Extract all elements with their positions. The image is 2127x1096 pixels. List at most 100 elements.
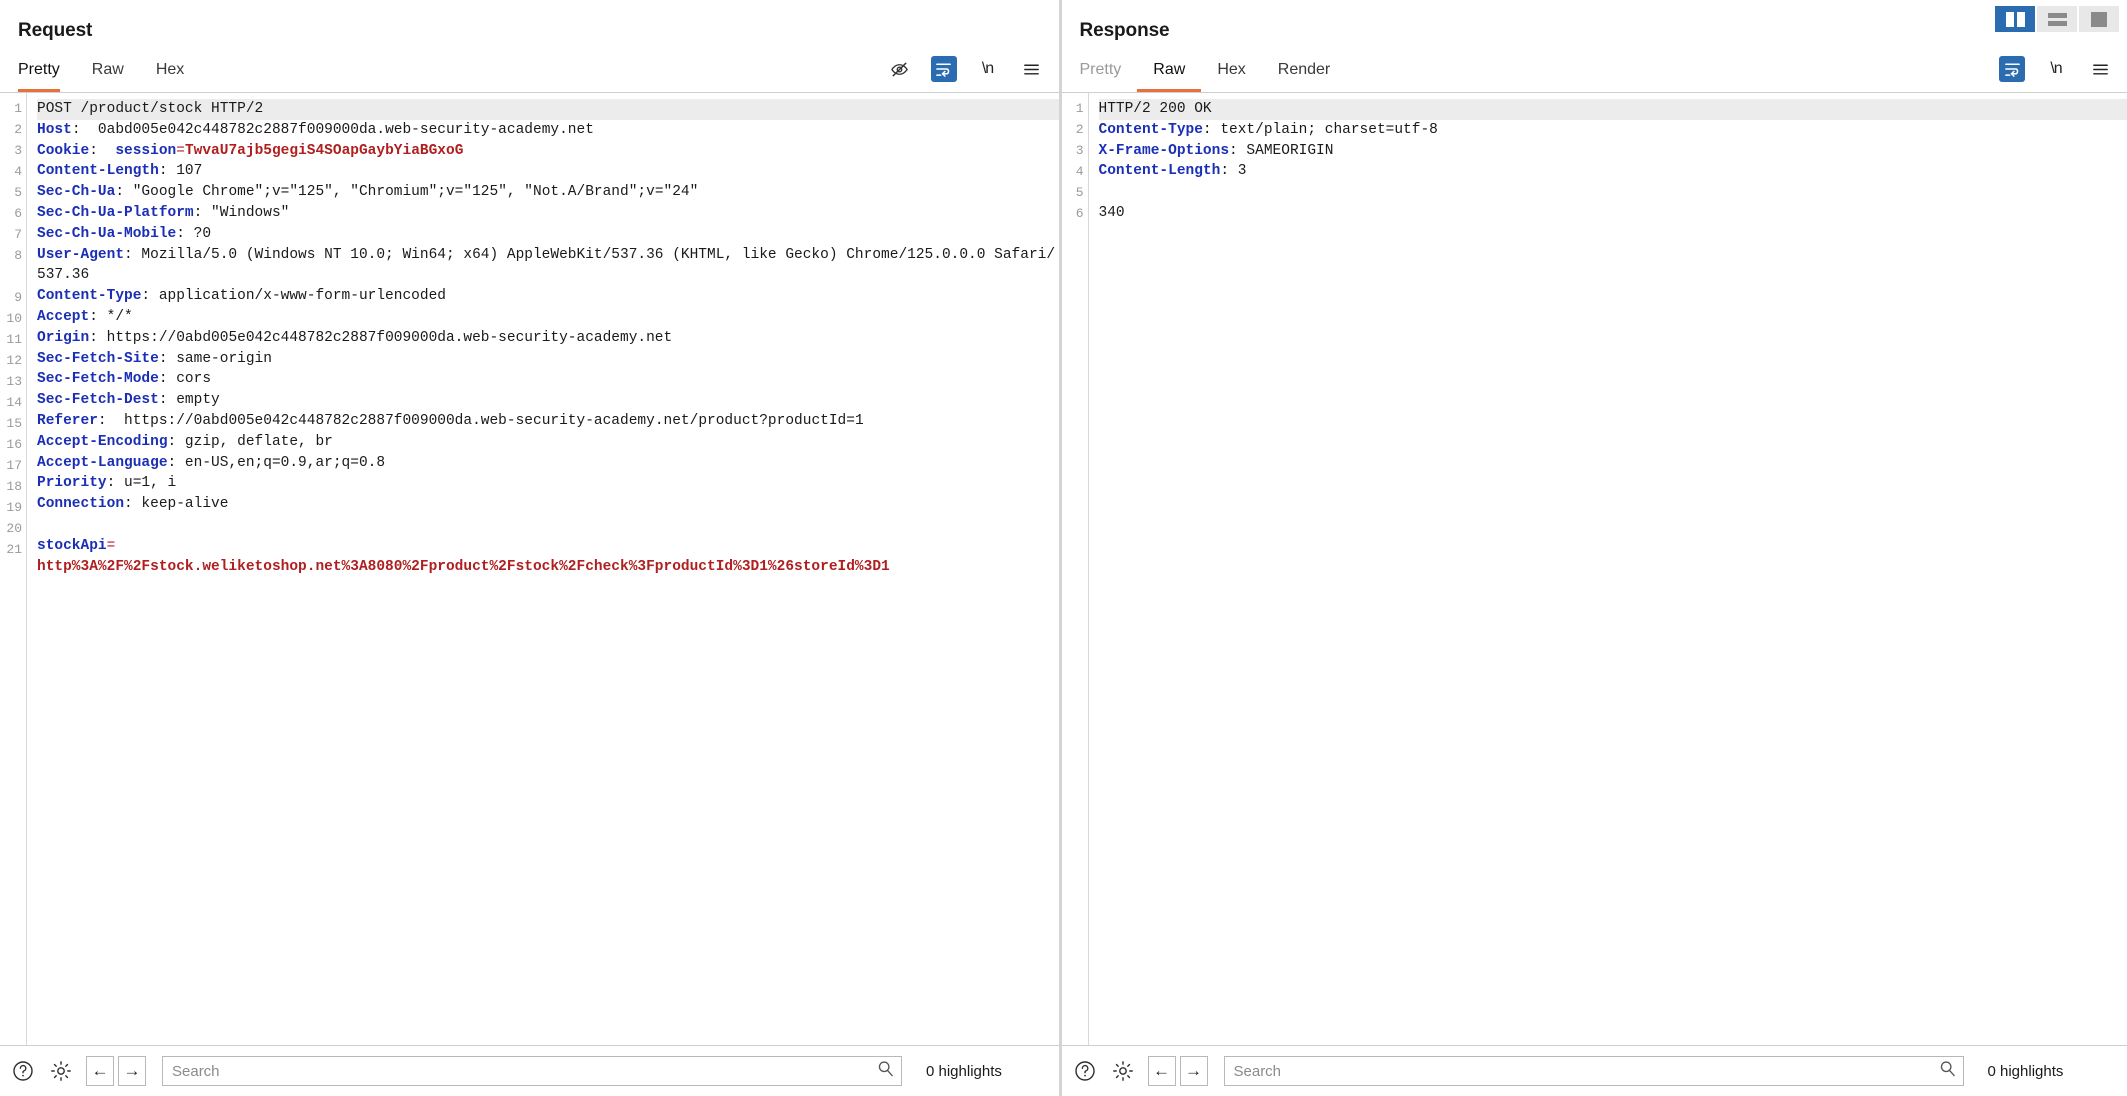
code-line: Sec-Ch-Ua-Platform: "Windows" [37, 203, 1059, 224]
response-panel: Response Pretty Raw Hex Render \n 1 2 3 … [1061, 0, 2127, 1096]
help-icon[interactable] [8, 1056, 38, 1086]
code-line: Sec-Fetch-Site: same-origin [37, 349, 1059, 370]
line-number: 8 [14, 248, 22, 263]
menu-icon[interactable] [2087, 56, 2113, 82]
code-token: : SAMEORIGIN [1229, 142, 1334, 159]
response-code-lines[interactable]: HTTP/2 200 OK Content-Type: text/plain; c… [1089, 93, 2127, 1045]
line-number: 12 [6, 353, 22, 368]
response-search-input[interactable] [1223, 1056, 1964, 1086]
response-tab-hex[interactable]: Hex [1201, 50, 1261, 92]
request-tab-pretty[interactable]: Pretty [18, 50, 76, 92]
line-number: 7 [14, 227, 22, 242]
code-token: X-Frame-Options [1098, 142, 1230, 159]
code-line: Content-Type: application/x-www-form-url… [37, 286, 1059, 307]
response-line-numbers: 1 2 3 4 5 6 [1061, 93, 1088, 1045]
split-view-icon [2005, 11, 2025, 27]
code-token: : gzip, deflate, br [167, 433, 333, 450]
layout-stacked-view-button[interactable] [2037, 6, 2077, 32]
code-line: Content-Type: text/plain; charset=utf-8 [1099, 120, 2127, 141]
code-line: Origin: https://0abd005e042c448782c2887f… [37, 328, 1059, 349]
line-number: 10 [6, 311, 22, 326]
code-token: session [115, 142, 177, 159]
request-tab-raw[interactable]: Raw [76, 50, 140, 92]
gear-icon[interactable] [46, 1056, 76, 1086]
code-line: Sec-Fetch-Mode: cors [37, 369, 1059, 390]
response-panel-title: Response [1079, 20, 1170, 41]
line-number: 3 [14, 143, 22, 158]
code-token: Sec-Fetch-Dest [37, 392, 159, 409]
code-token: : 107 [158, 163, 203, 180]
response-tabstrip: Pretty Raw Hex Render \n [1061, 50, 2127, 93]
response-tab-raw[interactable]: Raw [1137, 50, 1202, 92]
code-token: : https://0abd005e042c448782c2887f009000… [97, 412, 864, 429]
code-token: 340 [1098, 204, 1125, 221]
code-token: : 0abd005e042c448782c2887f009000da.web-s… [71, 121, 594, 138]
code-token: : text/plain; charset=utf-8 [1202, 121, 1438, 138]
line-number: 15 [6, 416, 22, 431]
code-line: Referer: https://0abd005e042c448782c2887… [37, 411, 1059, 432]
response-tab-pretty[interactable]: Pretty [1080, 50, 1138, 92]
code-token: = [176, 142, 185, 159]
code-token: : ?0 [176, 225, 212, 242]
code-token: HTTP/2 200 OK [1098, 101, 1212, 117]
word-wrap-icon[interactable] [1999, 56, 2025, 82]
request-code-area[interactable]: 1 2 3 4 5 6 7 8 9 10 11 12 13 14 15 16 17 18 19 20 21 POST /… [0, 93, 1059, 1045]
code-token: Content-Length [1098, 163, 1221, 180]
stacked-view-icon [2047, 12, 2067, 26]
code-line: Sec-Ch-Ua-Mobile: ?0 [37, 224, 1059, 245]
line-number: 2 [14, 122, 22, 137]
code-line: Priority: u=1, i [37, 473, 1059, 494]
word-wrap-icon[interactable] [930, 56, 957, 82]
menu-icon[interactable] [1019, 56, 1045, 82]
code-line: POST /product/stock HTTP/2 [37, 99, 1059, 120]
newline-icon[interactable]: \n [2043, 56, 2069, 82]
request-tab-hex[interactable]: Hex [140, 50, 200, 92]
code-token: Referer [37, 412, 98, 429]
code-line: Content-Length: 3 [1099, 161, 2127, 182]
code-line: HTTP/2 200 OK [1098, 99, 2127, 120]
response-nav-buttons: ← → [1147, 1056, 1208, 1086]
line-number: 16 [6, 437, 22, 452]
newline-icon[interactable]: \n [975, 56, 1001, 82]
code-token: : https://0abd005e042c448782c2887f009000… [89, 329, 673, 346]
code-token: Cookie [37, 142, 90, 159]
line-number: 17 [6, 458, 22, 473]
code-token: Sec-Ch-Ua-Mobile [37, 225, 177, 242]
line-number: 2 [1075, 122, 1084, 137]
forward-arrow-icon[interactable]: → [1179, 1056, 1208, 1086]
back-arrow-icon[interactable]: ← [86, 1056, 114, 1086]
response-code-area[interactable]: 1 2 3 4 5 6 HTTP/2 200 OK Content-Type: text/p… [1061, 93, 2127, 1045]
response-tab-render[interactable]: Render [1262, 50, 1346, 92]
line-number: 4 [14, 164, 22, 179]
back-arrow-icon[interactable]: ← [1147, 1056, 1176, 1086]
forward-arrow-icon[interactable]: → [118, 1056, 146, 1086]
code-token: : [89, 142, 116, 159]
burp-message-editor: Request Pretty Raw Hex \n 1 2 3 4 5 6 7 … [0, 0, 2127, 1096]
code-token: : */* [89, 308, 133, 325]
code-line: stockApi= http%3A%2F%2Fstock.weliketosho… [37, 536, 1059, 578]
code-token: Sec-Fetch-Site [37, 350, 159, 367]
response-bottom-bar: ← → 0 highlights [1061, 1045, 2127, 1096]
help-icon[interactable] [1070, 1056, 1100, 1086]
gear-icon[interactable] [1108, 1056, 1138, 1086]
code-token: Content-Type [1098, 121, 1203, 138]
code-token: : Mozilla/5.0 (Windows NT 10.0; Win64; x… [37, 246, 1056, 284]
layout-split-view-button[interactable] [1995, 6, 2035, 32]
line-number: 20 [6, 521, 22, 536]
eye-slash-icon[interactable] [887, 56, 913, 82]
line-number: 4 [1075, 164, 1084, 179]
request-tab-icons: \n [887, 56, 1045, 86]
line-number: 1 [1075, 101, 1084, 116]
request-highlights-count: 0 highlights [926, 1062, 1002, 1080]
request-nav-buttons: ← → [86, 1056, 146, 1086]
layout-single-view-button[interactable] [2079, 6, 2119, 32]
request-search-input[interactable] [162, 1056, 902, 1086]
code-token: Content-Length [37, 163, 159, 180]
line-number: 13 [6, 374, 22, 389]
code-token: : "Windows" [193, 204, 290, 221]
code-token: : 3 [1220, 163, 1247, 180]
code-token: Accept-Encoding [37, 433, 168, 450]
response-search-wrapper [1223, 1056, 1964, 1086]
request-code-lines[interactable]: POST /product/stock HTTP/2 Host: 0abd005e… [27, 93, 1059, 1045]
